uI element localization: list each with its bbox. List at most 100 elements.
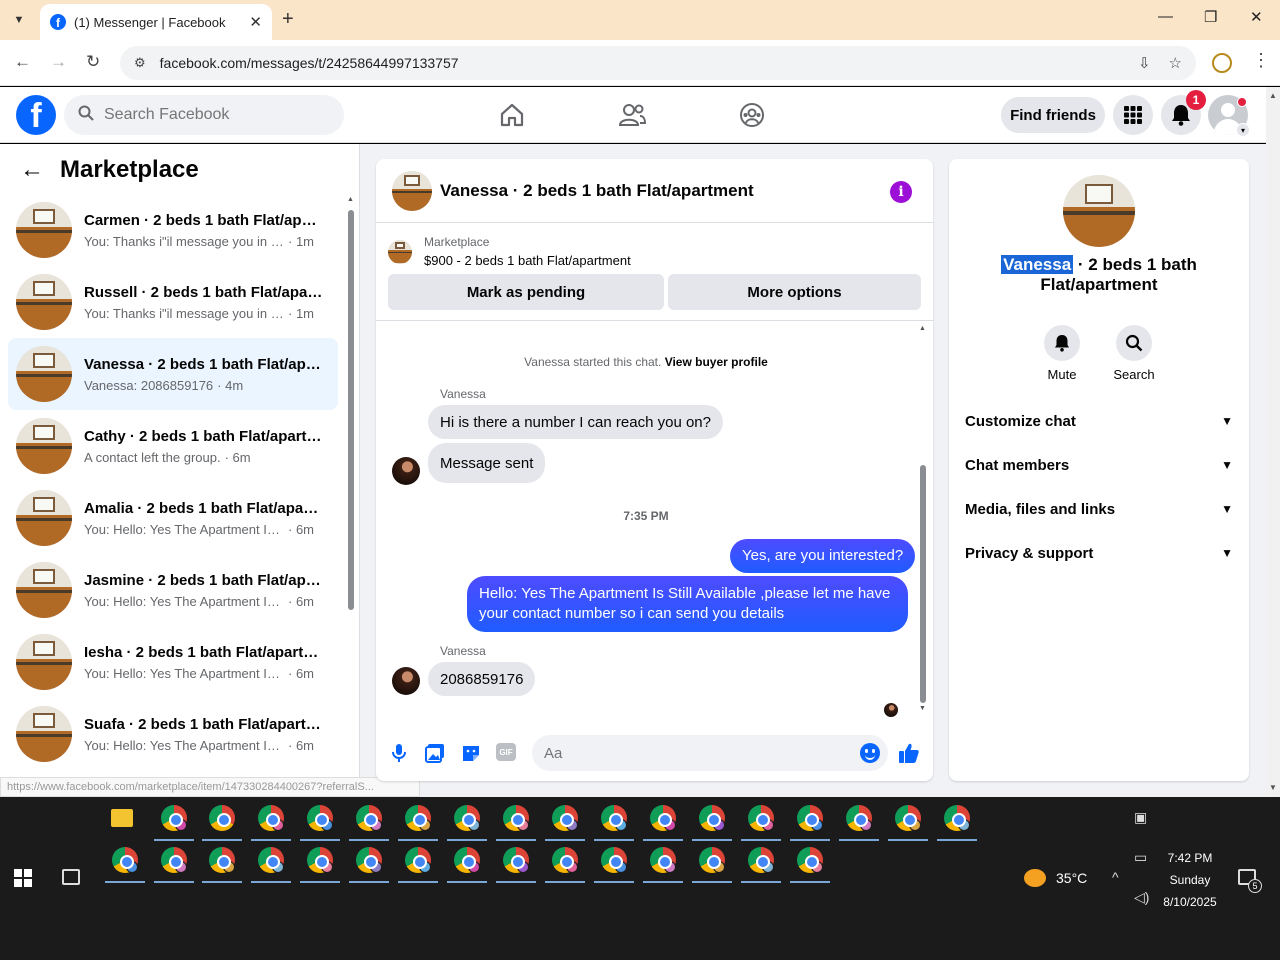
section-privacy-support[interactable]: Privacy & support ▼ (965, 541, 1233, 565)
chrome-taskbar-icon[interactable] (405, 847, 431, 873)
conversation-item[interactable]: Cathy · 2 beds 1 bath Flat/apartment A co… (8, 410, 338, 482)
bookmark-star-icon[interactable]: ☆ (1169, 54, 1182, 72)
tab-search-chevron-icon[interactable]: ▼ (6, 8, 32, 32)
back-icon[interactable]: ← (14, 52, 31, 72)
tab-close-icon[interactable]: ✕ (249, 13, 262, 31)
message-input[interactable] (544, 744, 844, 762)
section-media-files-links[interactable]: Media, files and links ▼ (965, 497, 1233, 521)
taskbar-clock[interactable]: 7:42 PM Sunday 8/10/2025 (1158, 847, 1222, 913)
browser-profile-icon[interactable] (1212, 53, 1232, 73)
microphone-icon[interactable] (388, 742, 410, 764)
incoming-message[interactable]: Hi is there a number I can reach you on? (428, 405, 723, 439)
chrome-taskbar-icon[interactable] (258, 805, 284, 831)
windows-start-icon[interactable] (14, 869, 32, 887)
reload-icon[interactable]: ↻ (86, 52, 100, 72)
outgoing-message[interactable]: Hello: Yes The Apartment Is Still Availa… (467, 576, 908, 632)
photo-icon[interactable] (424, 742, 446, 764)
chrome-taskbar-icon[interactable] (454, 805, 480, 831)
chrome-taskbar-icon[interactable] (503, 805, 529, 831)
network-icon[interactable]: ▭ (1134, 849, 1147, 866)
chrome-taskbar-icon[interactable] (601, 847, 627, 873)
chrome-taskbar-icon[interactable] (209, 805, 235, 831)
chrome-taskbar-icon[interactable] (699, 847, 725, 873)
message-input-box[interactable] (532, 735, 888, 771)
friends-icon[interactable] (618, 101, 646, 129)
chat-listing-thumbnail[interactable] (392, 170, 432, 211)
sticker-icon[interactable] (460, 742, 482, 764)
section-customize-chat[interactable]: Customize chat ▼ (965, 409, 1233, 433)
mute-bell-icon[interactable] (1044, 325, 1080, 361)
conversation-item[interactable]: Jasmine · 2 beds 1 bath Flat/apartment Yo… (8, 554, 338, 626)
facebook-logo-icon[interactable]: f (16, 95, 56, 135)
chrome-taskbar-icon[interactable] (944, 805, 970, 831)
browser-tab-messenger[interactable]: f (1) Messenger | Facebook ✕ (40, 4, 272, 40)
mark-as-pending-button[interactable]: Mark as pending (388, 274, 664, 310)
section-chat-members[interactable]: Chat members ▼ (965, 453, 1233, 477)
chrome-taskbar-icon[interactable] (454, 847, 480, 873)
chrome-taskbar-icon[interactable] (209, 847, 235, 873)
sender-avatar[interactable] (392, 457, 420, 485)
thumbs-up-icon[interactable] (898, 742, 920, 764)
chrome-taskbar-icon[interactable] (503, 847, 529, 873)
site-info-icon[interactable]: ⚙ (134, 55, 146, 71)
search-in-chat-icon[interactable] (1116, 325, 1152, 361)
chrome-taskbar-icon[interactable] (161, 805, 187, 831)
info-icon[interactable]: i (890, 181, 912, 203)
conversation-item[interactable]: Iesha · 2 beds 1 bath Flat/apartment You:… (8, 626, 338, 698)
emoji-icon[interactable] (860, 743, 880, 763)
chrome-taskbar-icon[interactable] (307, 805, 333, 831)
chrome-taskbar-icon[interactable] (552, 847, 578, 873)
chrome-taskbar-icon[interactable] (895, 805, 921, 831)
restore-icon[interactable]: ❐ (1204, 8, 1217, 26)
search-input[interactable] (104, 106, 324, 124)
incoming-message[interactable]: Message sent (428, 443, 546, 483)
chrome-taskbar-icon[interactable] (650, 805, 676, 831)
phone-link-icon[interactable]: ▣ (1134, 809, 1147, 826)
chat-title[interactable]: Vanessa · 2 beds 1 bath Flat/apartment (440, 181, 754, 201)
chrome-taskbar-icon[interactable] (161, 847, 187, 873)
outgoing-message[interactable]: Yes, are you interested? (730, 539, 916, 573)
chrome-taskbar-icon[interactable] (258, 847, 284, 873)
listing-summary[interactable]: Marketplace $900 - 2 beds 1 bath Flat/ap… (388, 235, 631, 268)
chrome-taskbar-icon[interactable] (112, 847, 138, 873)
omnibox[interactable]: ⚙ facebook.com/messages/t/24258644997133… (120, 46, 1196, 80)
conversation-item[interactable]: Vanessa · 2 beds 1 bath Flat/apartment Va… (8, 338, 338, 410)
search-action[interactable]: Search (1104, 325, 1164, 382)
home-icon[interactable] (498, 101, 526, 129)
facebook-search[interactable] (64, 95, 344, 135)
back-arrow-icon[interactable]: ← (20, 156, 44, 184)
window-close-icon[interactable]: ✕ (1250, 8, 1263, 26)
menu-grid-icon[interactable] (1113, 95, 1153, 135)
chrome-taskbar-icon[interactable] (601, 805, 627, 831)
volume-icon[interactable]: ◁) (1134, 889, 1149, 906)
file-explorer-icon[interactable] (111, 809, 133, 827)
weather-widget[interactable]: 35°C (1024, 869, 1087, 887)
sender-avatar[interactable] (392, 667, 420, 695)
url-text[interactable]: facebook.com/messages/t/2425864499713375… (160, 55, 1120, 71)
chrome-taskbar-icon[interactable] (797, 805, 823, 831)
chrome-taskbar-icon[interactable] (356, 805, 382, 831)
conversation-item[interactable]: Russell · 2 beds 1 bath Flat/apartment Yo… (8, 266, 338, 338)
gif-icon[interactable]: GIF (496, 743, 516, 761)
install-app-icon[interactable]: ⇩ (1138, 54, 1151, 72)
chrome-taskbar-icon[interactable] (846, 805, 872, 831)
forward-icon[interactable]: → (50, 52, 67, 72)
chrome-taskbar-icon[interactable] (797, 847, 823, 873)
conversation-item[interactable]: Amalia · 2 beds 1 bath Flat/apartment You… (8, 482, 338, 554)
view-buyer-profile-link[interactable]: View buyer profile (665, 355, 768, 369)
chrome-taskbar-icon[interactable] (699, 805, 725, 831)
find-friends-button[interactable]: Find friends (1001, 97, 1105, 133)
account-chevron-icon[interactable]: ▾ (1236, 123, 1250, 137)
details-listing-photo[interactable] (1063, 175, 1135, 247)
incoming-message[interactable]: 2086859176 (428, 662, 536, 696)
conversation-item[interactable]: Suafa · 2 beds 1 bath Flat/apartment You:… (8, 698, 338, 770)
mute-action[interactable]: Mute (1032, 325, 1092, 382)
chrome-taskbar-icon[interactable] (748, 805, 774, 831)
chrome-taskbar-icon[interactable] (405, 805, 431, 831)
chrome-taskbar-icon[interactable] (650, 847, 676, 873)
chrome-taskbar-icon[interactable] (748, 847, 774, 873)
new-tab-icon[interactable]: + (282, 8, 294, 31)
task-view-icon[interactable] (62, 869, 80, 885)
page-scrollbar[interactable]: ▲ ▼ (1266, 87, 1280, 797)
chrome-taskbar-icon[interactable] (356, 847, 382, 873)
